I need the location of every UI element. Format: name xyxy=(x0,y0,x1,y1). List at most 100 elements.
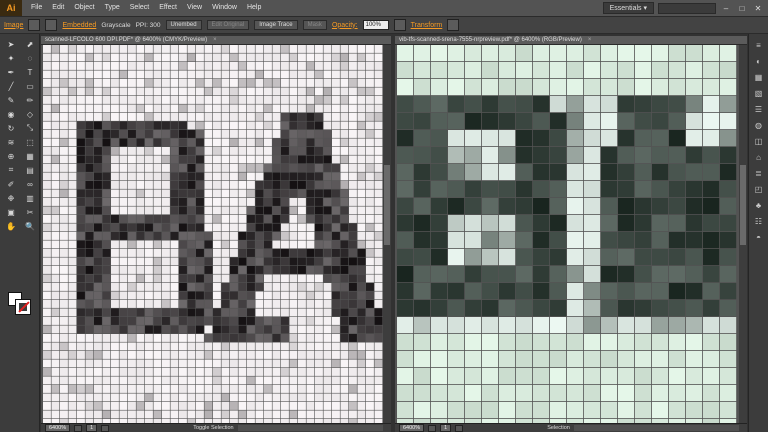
magic-wand-tool-icon[interactable]: ✦ xyxy=(4,52,18,64)
menu-object[interactable]: Object xyxy=(69,0,99,16)
arrow-tool-icon[interactable]: ➤ xyxy=(4,38,18,50)
menu-window[interactable]: Window xyxy=(207,0,242,16)
panel-icon[interactable]: ▦ xyxy=(753,72,765,84)
gradient-tool-icon[interactable]: ▤ xyxy=(23,164,37,176)
panel-icon[interactable]: ◐ xyxy=(753,56,765,68)
panel-icon[interactable]: ☰ xyxy=(753,104,765,116)
panel-icon[interactable]: ◓ xyxy=(753,232,765,244)
document-tab-right[interactable]: vib-tfs-scanned-srena-7555-nrpreview.pdf… xyxy=(395,36,747,45)
pixel-cell xyxy=(187,232,196,240)
pixel-cell xyxy=(51,70,60,79)
horizontal-scrollbar[interactable] xyxy=(573,425,739,431)
document-tab-left[interactable]: scanned-LFCOLO 600 DPI.PDF* @ 6400% (CMY… xyxy=(41,36,391,45)
maximize-button[interactable]: □ xyxy=(736,3,748,14)
pixel-cell xyxy=(119,359,128,368)
panel-icon[interactable]: ☷ xyxy=(753,216,765,228)
eyedropper-tool-icon[interactable]: ✐ xyxy=(4,178,18,190)
artboard-number[interactable]: 1 xyxy=(440,424,452,432)
artboard-number[interactable]: 1 xyxy=(86,424,98,432)
align-icon[interactable] xyxy=(447,19,460,31)
edit-original-button[interactable]: Edit Original xyxy=(206,20,250,30)
width-tool-icon[interactable]: ≋ xyxy=(4,136,18,148)
direct-select-tool-icon[interactable]: ⬈ xyxy=(23,38,37,50)
menu-type[interactable]: Type xyxy=(100,0,125,16)
paintbrush-tool-icon[interactable]: ✎ xyxy=(4,94,18,106)
menu-select[interactable]: Select xyxy=(125,0,154,16)
vertical-scrollbar[interactable] xyxy=(739,45,747,423)
transform-link[interactable]: Transform xyxy=(411,22,443,29)
line-tool-icon[interactable]: ╱ xyxy=(4,80,18,92)
panel-icon[interactable]: ⌂ xyxy=(753,152,765,164)
column-graph-tool-icon[interactable]: ▥ xyxy=(23,192,37,204)
panel-icon[interactable]: ≡ xyxy=(753,40,765,52)
link-icon[interactable] xyxy=(28,19,41,31)
close-tab-icon[interactable]: × xyxy=(588,37,592,43)
pixel-cell xyxy=(323,104,332,113)
status-text[interactable]: Toggle Selection xyxy=(193,425,233,431)
mesh-tool-icon[interactable]: ⌗ xyxy=(4,164,18,176)
status-text[interactable]: Selection xyxy=(547,425,570,431)
image-info-icon[interactable] xyxy=(45,19,58,31)
pixel-cell xyxy=(213,87,221,96)
pen-tool-icon[interactable]: ✒ xyxy=(4,66,18,78)
panel-icon[interactable]: ◰ xyxy=(753,184,765,196)
shape-builder-tool-icon[interactable]: ⊕ xyxy=(4,150,18,162)
scroll-thumb[interactable] xyxy=(384,165,390,245)
vertical-scrollbar[interactable] xyxy=(383,45,391,423)
image-label[interactable]: Image xyxy=(4,22,23,29)
scroll-thumb[interactable] xyxy=(740,165,746,245)
next-artboard-button[interactable] xyxy=(101,424,110,432)
workspace-switcher[interactable]: Essentials ▾ xyxy=(602,2,654,14)
menu-edit[interactable]: Edit xyxy=(47,0,69,16)
zoom-field[interactable]: 6400% xyxy=(45,424,71,432)
free-transform-tool-icon[interactable]: ⬚ xyxy=(23,136,37,148)
recolor-icon[interactable] xyxy=(393,19,406,31)
prev-artboard-button[interactable] xyxy=(74,424,83,432)
prev-artboard-button[interactable] xyxy=(428,424,437,432)
panel-icon[interactable]: ▧ xyxy=(753,88,765,100)
horizontal-scrollbar[interactable] xyxy=(237,425,383,431)
lasso-tool-icon[interactable]: ◌ xyxy=(23,52,37,64)
pencil-tool-icon[interactable]: ✏ xyxy=(23,94,37,106)
zoom-tool-icon[interactable]: 🔍 xyxy=(23,220,37,232)
slice-tool-icon[interactable]: ✂ xyxy=(23,206,37,218)
unembed-button[interactable]: Unembed xyxy=(165,20,202,30)
hand-tool-icon[interactable]: ✋ xyxy=(4,220,18,232)
panel-icon[interactable]: ♣ xyxy=(753,200,765,212)
symbol-sprayer-tool-icon[interactable]: ❉ xyxy=(4,192,18,204)
stroke-swatch[interactable] xyxy=(15,299,31,315)
blend-tool-icon[interactable]: ∞ xyxy=(23,178,37,190)
panel-icon[interactable]: ◫ xyxy=(753,136,765,148)
next-artboard-button[interactable] xyxy=(455,424,464,432)
image-trace-button[interactable]: Image Trace xyxy=(254,20,298,30)
blob-brush-tool-icon[interactable]: ◉ xyxy=(4,108,18,120)
opacity-label[interactable]: Opacity: xyxy=(332,22,358,29)
mask-button[interactable]: Mask xyxy=(302,20,327,30)
perspective-tool-icon[interactable]: ▦ xyxy=(23,150,37,162)
menu-effect[interactable]: Effect xyxy=(154,0,182,16)
help-search-input[interactable] xyxy=(658,2,716,14)
artboard-canvas-right[interactable] xyxy=(397,45,737,423)
menu-view[interactable]: View xyxy=(182,0,207,16)
close-button[interactable]: ✕ xyxy=(752,3,764,14)
panel-icon[interactable]: ≣ xyxy=(753,168,765,180)
rectangle-tool-icon[interactable]: ▭ xyxy=(23,80,37,92)
scale-tool-icon[interactable]: ⤡ xyxy=(23,122,37,134)
close-tab-icon[interactable]: × xyxy=(213,37,217,43)
panel-icon[interactable]: ◍ xyxy=(753,120,765,132)
artboard-tool-icon[interactable]: ▣ xyxy=(4,206,18,218)
embedded-link[interactable]: Embedded xyxy=(62,22,96,29)
pixel-cell xyxy=(247,164,255,172)
menu-help[interactable]: Help xyxy=(242,0,266,16)
artboard-canvas-left[interactable] xyxy=(43,45,383,423)
type-tool-icon[interactable]: T xyxy=(23,66,37,78)
minimize-button[interactable]: – xyxy=(720,3,732,14)
menu-file[interactable]: File xyxy=(26,0,47,16)
pixel-cell xyxy=(281,325,289,334)
eraser-tool-icon[interactable]: ◇ xyxy=(23,108,37,120)
pixel-cell xyxy=(204,164,213,172)
opacity-input[interactable]: 100% xyxy=(362,20,389,30)
pixel-cell xyxy=(196,87,204,96)
rotate-tool-icon[interactable]: ↻ xyxy=(4,122,18,134)
zoom-field[interactable]: 6400% xyxy=(399,424,425,432)
